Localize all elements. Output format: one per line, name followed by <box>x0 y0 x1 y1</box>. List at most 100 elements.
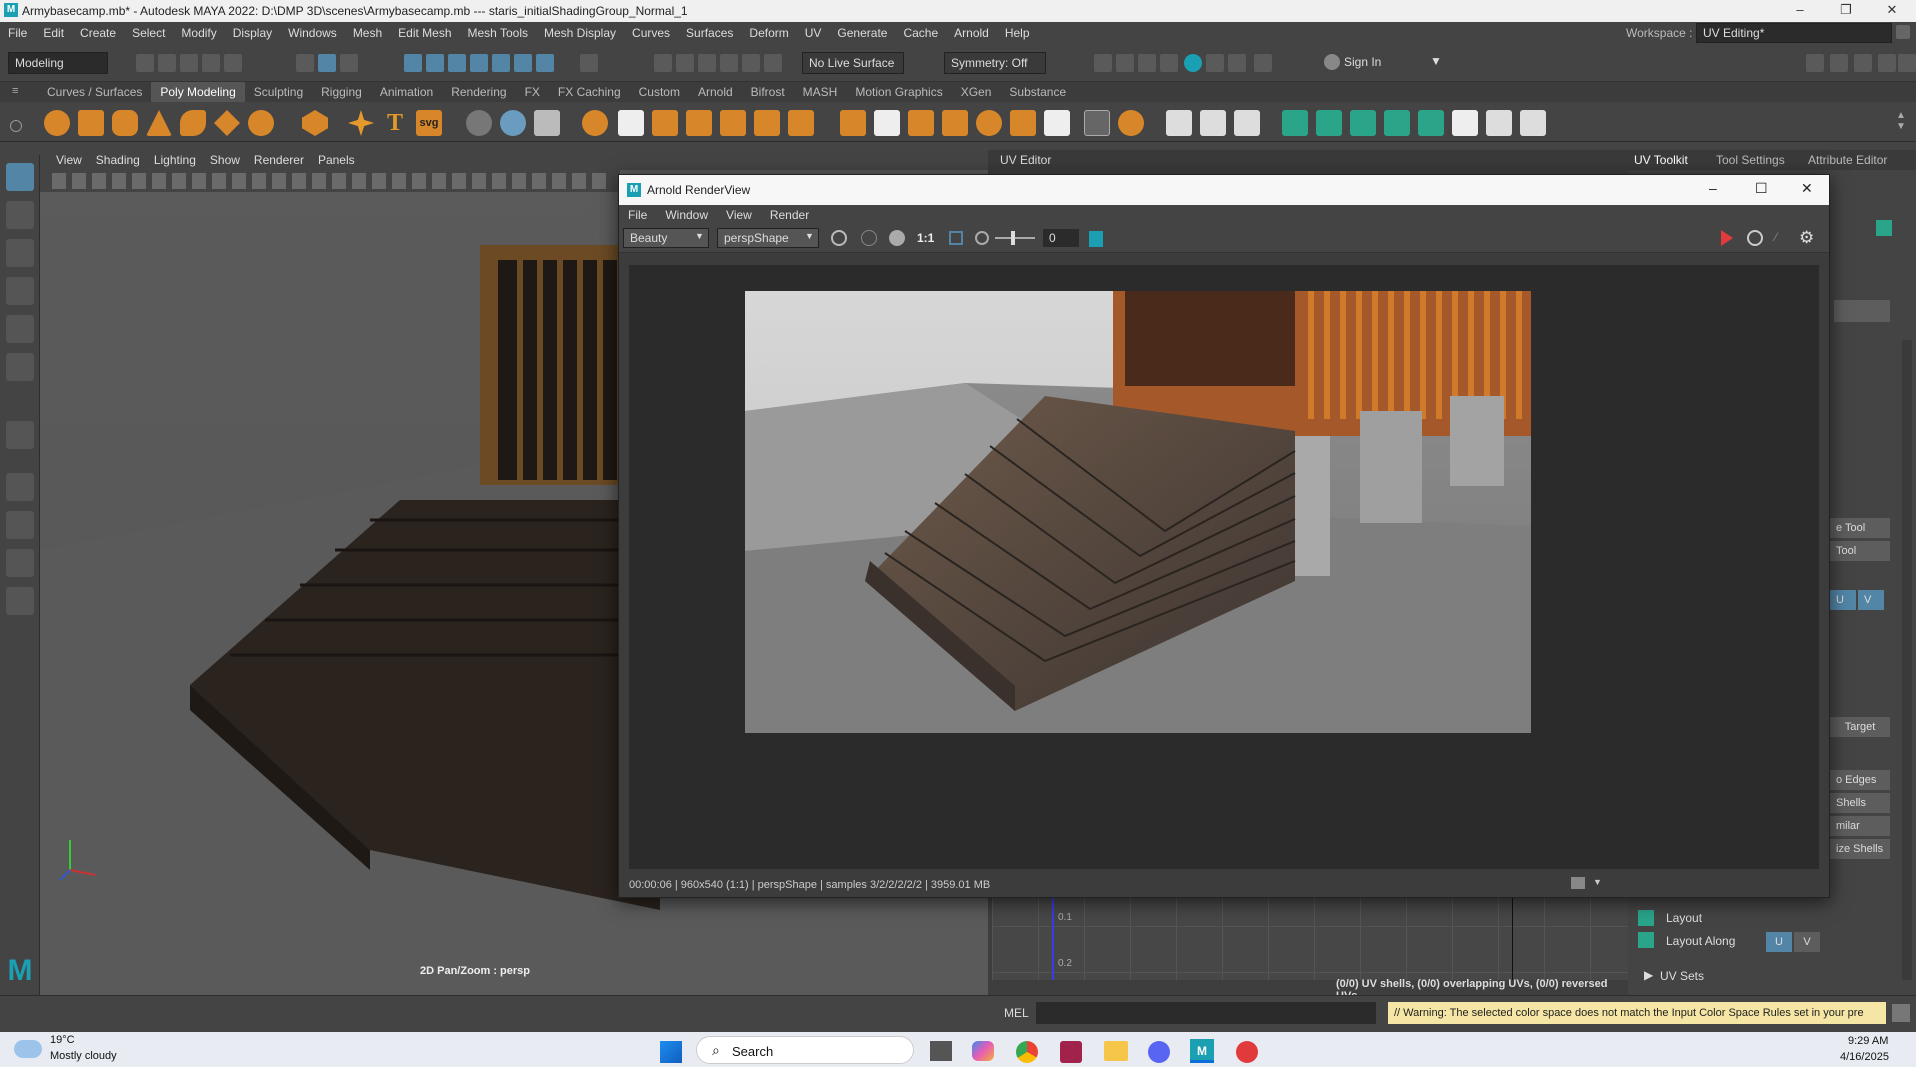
sculpt-icon[interactable] <box>466 110 492 136</box>
viewport-menu-renderer[interactable]: Renderer <box>247 150 311 170</box>
pause-icon[interactable] <box>1254 54 1272 72</box>
menu-generate[interactable]: Generate <box>829 22 895 44</box>
input-output-icon[interactable] <box>720 54 738 72</box>
shelf-tab-rendering[interactable]: Rendering <box>442 82 515 102</box>
mirror-icon[interactable] <box>840 110 866 136</box>
viewport-menu-shading[interactable]: Shading <box>89 150 147 170</box>
triangulate-icon[interactable] <box>1010 110 1036 136</box>
region-icon[interactable] <box>949 231 963 245</box>
new-scene-icon[interactable] <box>136 54 154 72</box>
viewport-menu-view[interactable]: View <box>40 150 89 170</box>
layout-along-button[interactable]: Layout Along <box>1666 934 1735 948</box>
menu-set-dropdown[interactable]: Modeling <box>8 52 108 74</box>
construction-icon[interactable] <box>698 54 716 72</box>
render-canvas[interactable] <box>629 265 1819 869</box>
display-icon[interactable] <box>889 230 905 246</box>
camera-uv-icon[interactable] <box>1418 110 1444 136</box>
render-play-icon[interactable] <box>1721 230 1733 246</box>
poly-cone-icon[interactable] <box>146 110 172 136</box>
fill-hole-icon[interactable] <box>720 110 746 136</box>
tab-tool-settings[interactable]: Tool Settings <box>1716 153 1785 167</box>
menu-uv[interactable]: UV <box>797 22 830 44</box>
select-hierarchy-icon[interactable] <box>296 54 314 72</box>
lasso-icon[interactable] <box>654 54 672 72</box>
lasso-tool-icon[interactable] <box>6 201 34 229</box>
symmetry-dropdown[interactable]: Symmetry: Off <box>944 52 1046 74</box>
menu-edit-mesh[interactable]: Edit Mesh <box>390 22 459 44</box>
menu-modify[interactable]: Modify <box>173 22 224 44</box>
maya-taskbar-icon[interactable]: M <box>1190 1039 1214 1063</box>
menu-windows[interactable]: Windows <box>280 22 345 44</box>
extrude-icon[interactable] <box>618 110 644 136</box>
weather-cloud-icon[interactable] <box>14 1040 42 1058</box>
menu-mesh-display[interactable]: Mesh Display <box>536 22 624 44</box>
select-tool-icon[interactable] <box>6 163 34 191</box>
poly-cube-icon[interactable] <box>78 110 104 136</box>
modeling-toolkit-icon[interactable] <box>1806 54 1824 72</box>
partial-button-top[interactable] <box>1834 300 1890 322</box>
select-component-icon[interactable] <box>340 54 358 72</box>
tool-button-similar[interactable]: milar <box>1830 816 1890 836</box>
multi-cut-icon[interactable] <box>754 110 780 136</box>
type-text-icon[interactable]: T <box>382 110 408 136</box>
tool-button-1[interactable]: e Tool <box>1830 518 1890 538</box>
scale-tool-icon[interactable] <box>6 353 34 381</box>
bevel-icon[interactable] <box>582 110 608 136</box>
shelf-tab-poly-modeling[interactable]: Poly Modeling <box>151 82 245 102</box>
workspace-dropdown[interactable]: UV Editing* <box>1696 23 1892 43</box>
u-button-top[interactable]: U <box>1830 590 1856 610</box>
command-input[interactable] <box>1036 1002 1376 1024</box>
renderview-menu-render[interactable]: Render <box>761 205 818 225</box>
right-panel-scrollbar[interactable] <box>1902 340 1912 980</box>
redo-icon[interactable] <box>224 54 242 72</box>
magnet-icon[interactable] <box>742 54 760 72</box>
bridge-icon[interactable] <box>652 110 678 136</box>
menu-surfaces[interactable]: Surfaces <box>678 22 741 44</box>
shelf-tab-arnold[interactable]: Arnold <box>689 82 742 102</box>
rgb-icon[interactable] <box>861 230 877 246</box>
attribute-editor-icon[interactable] <box>1830 54 1848 72</box>
reduce-icon[interactable] <box>908 110 934 136</box>
menu-select[interactable]: Select <box>124 22 173 44</box>
separate-icon[interactable] <box>534 110 560 136</box>
snap-surface-icon[interactable] <box>492 54 510 72</box>
shelf-tab-motion-graphics[interactable]: Motion Graphics <box>846 82 951 102</box>
windows-start-icon[interactable] <box>660 1041 682 1063</box>
weather-condition[interactable]: Mostly cloudy <box>50 1050 117 1062</box>
shelf-tab-xgen[interactable]: XGen <box>952 82 1001 102</box>
checker-icon[interactable] <box>1452 110 1478 136</box>
insert-edge-icon[interactable] <box>1044 110 1070 136</box>
paint-select-icon[interactable] <box>6 239 34 267</box>
target-weld-icon[interactable] <box>788 110 814 136</box>
layout-along-u-button[interactable]: U <box>1766 932 1792 952</box>
app-icon[interactable] <box>1060 1041 1082 1063</box>
task-view-icon[interactable] <box>930 1041 952 1061</box>
discord-icon[interactable] <box>1148 1041 1170 1063</box>
uv-toolkit-icon[interactable] <box>1876 220 1892 236</box>
edge-ring-icon[interactable] <box>1200 110 1226 136</box>
viewport-menu-lighting[interactable]: Lighting <box>147 150 203 170</box>
substance-icon[interactable] <box>1236 1041 1258 1063</box>
tool-icon[interactable] <box>1228 54 1246 72</box>
viewport-panel-icons[interactable] <box>52 173 612 189</box>
layout-along-v-button[interactable]: V <box>1794 932 1820 952</box>
arnold-render-icon[interactable] <box>1184 54 1202 72</box>
camera-dropdown[interactable]: perspShape <box>717 228 819 248</box>
renderview-menu-window[interactable]: Window <box>656 205 717 225</box>
minimize-button[interactable]: – <box>1780 0 1820 22</box>
single-pane-icon[interactable] <box>6 473 34 501</box>
menu-edit[interactable]: Edit <box>35 22 72 44</box>
render-seq-icon[interactable] <box>1116 54 1134 72</box>
face-normals-icon[interactable] <box>1118 110 1144 136</box>
taskbar-search-box[interactable] <box>696 1036 914 1064</box>
render-settings-icon[interactable] <box>1160 54 1178 72</box>
settings-gear-icon[interactable]: ⚙ <box>1799 228 1814 248</box>
tool-button-edges[interactable]: o Edges <box>1830 770 1890 790</box>
shelf-tab-substance[interactable]: Substance <box>1000 82 1075 102</box>
append-icon[interactable] <box>686 110 712 136</box>
channel-box-icon[interactable] <box>1878 54 1896 72</box>
connect-icon[interactable] <box>1234 110 1260 136</box>
layer-editor-icon[interactable] <box>1898 54 1916 72</box>
auto-uv-icon[interactable] <box>1384 110 1410 136</box>
save-scene-icon[interactable] <box>180 54 198 72</box>
